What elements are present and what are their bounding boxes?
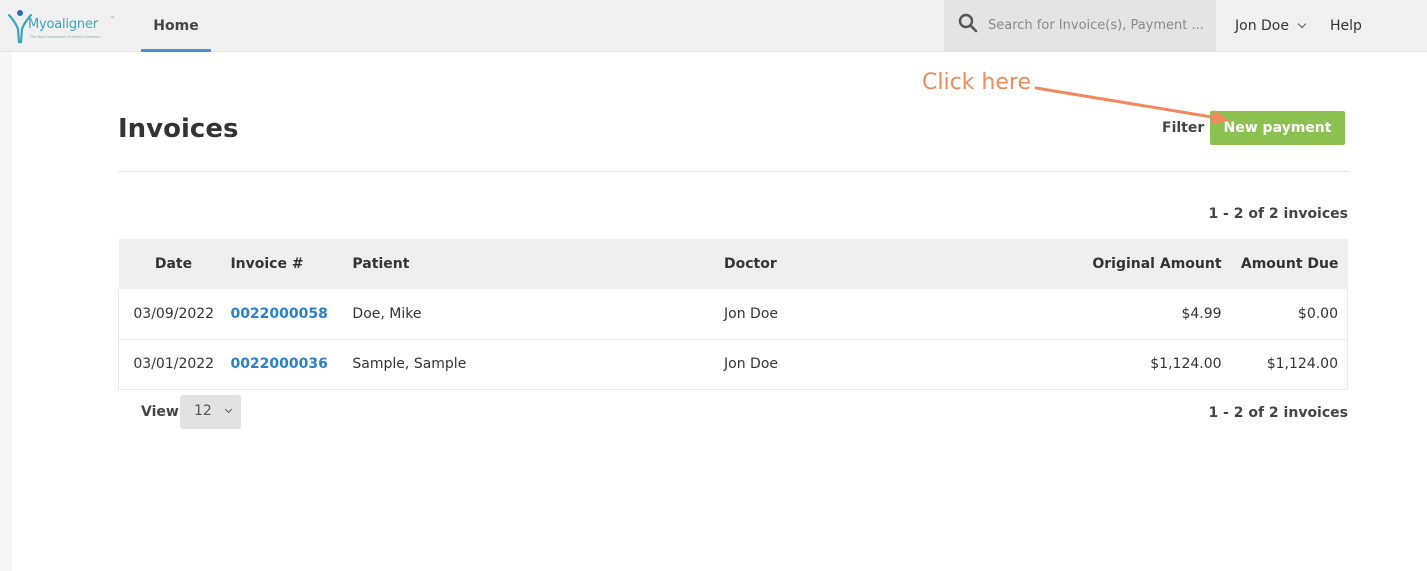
cell-doctor: Jon Doe bbox=[724, 339, 1054, 390]
column-header-date[interactable]: Date bbox=[118, 239, 229, 289]
annotation-label: Click here bbox=[922, 70, 1031, 95]
cell-date: 03/09/2022 bbox=[118, 289, 229, 340]
user-menu[interactable]: Jon Doe bbox=[1235, 0, 1307, 52]
help-link[interactable]: Help bbox=[1330, 0, 1362, 52]
invoice-link[interactable]: 0022000058 bbox=[230, 306, 327, 322]
cell-invoice: 0022000036 bbox=[228, 339, 353, 390]
cell-patient: Sample, Sample bbox=[352, 339, 725, 390]
cell-original-amount: $1,124.00 bbox=[1053, 339, 1222, 390]
cell-patient: Doe, Mike bbox=[352, 289, 725, 340]
chevron-down-icon bbox=[1297, 19, 1307, 29]
user-name: Jon Doe bbox=[1235, 18, 1289, 34]
page-size-select[interactable]: 12 bbox=[180, 395, 241, 429]
search-box bbox=[944, 0, 1216, 52]
page: Myoaligner ™ The New Generation Of Denta… bbox=[0, 0, 1427, 571]
table-row[interactable]: 03/09/2022 0022000058 Doe, Mike Jon Doe … bbox=[118, 289, 1348, 340]
column-header-original-amount[interactable]: Original Amount bbox=[1053, 239, 1222, 289]
search-input[interactable] bbox=[988, 14, 1206, 36]
nav-tab-home[interactable]: Home bbox=[141, 0, 211, 52]
cell-amount-due: $1,124.00 bbox=[1221, 339, 1348, 390]
top-navigation: Myoaligner ™ The New Generation Of Denta… bbox=[0, 0, 1427, 52]
chevron-down-icon bbox=[224, 405, 233, 414]
view-label: View bbox=[141, 404, 179, 420]
page-title: Invoices bbox=[118, 114, 239, 144]
cell-amount-due: $0.00 bbox=[1221, 289, 1348, 340]
logo-text: Myoaligner bbox=[28, 17, 98, 32]
search-icon[interactable] bbox=[958, 13, 978, 33]
logo[interactable]: Myoaligner ™ The New Generation Of Denta… bbox=[8, 9, 118, 45]
left-edge bbox=[0, 52, 12, 571]
cell-date: 03/01/2022 bbox=[118, 339, 229, 390]
column-header-doctor[interactable]: Doctor bbox=[724, 239, 1054, 289]
invoice-link[interactable]: 0022000036 bbox=[230, 356, 327, 372]
page-size-value: 12 bbox=[194, 403, 212, 419]
table-header-row: Date Invoice # Patient Doctor Original A… bbox=[118, 239, 1348, 289]
column-header-invoice[interactable]: Invoice # bbox=[228, 239, 353, 289]
results-count-top: 1 - 2 of 2 invoices bbox=[1208, 206, 1348, 222]
cell-invoice: 0022000058 bbox=[228, 289, 353, 340]
logo-tagline: The New Generation Of Dental Orthotics bbox=[30, 35, 101, 39]
annotation-arrow-icon bbox=[1034, 86, 1230, 124]
header-divider bbox=[118, 171, 1348, 172]
invoices-table: Date Invoice # Patient Doctor Original A… bbox=[118, 239, 1348, 390]
cell-doctor: Jon Doe bbox=[724, 289, 1054, 340]
cell-original-amount: $4.99 bbox=[1053, 289, 1222, 340]
column-header-patient[interactable]: Patient bbox=[352, 239, 725, 289]
column-header-amount-due[interactable]: Amount Due bbox=[1221, 239, 1348, 289]
logo-trademark: ™ bbox=[110, 16, 115, 22]
table-row[interactable]: 03/01/2022 0022000036 Sample, Sample Jon… bbox=[118, 339, 1348, 390]
results-count-bottom: 1 - 2 of 2 invoices bbox=[1208, 405, 1348, 421]
